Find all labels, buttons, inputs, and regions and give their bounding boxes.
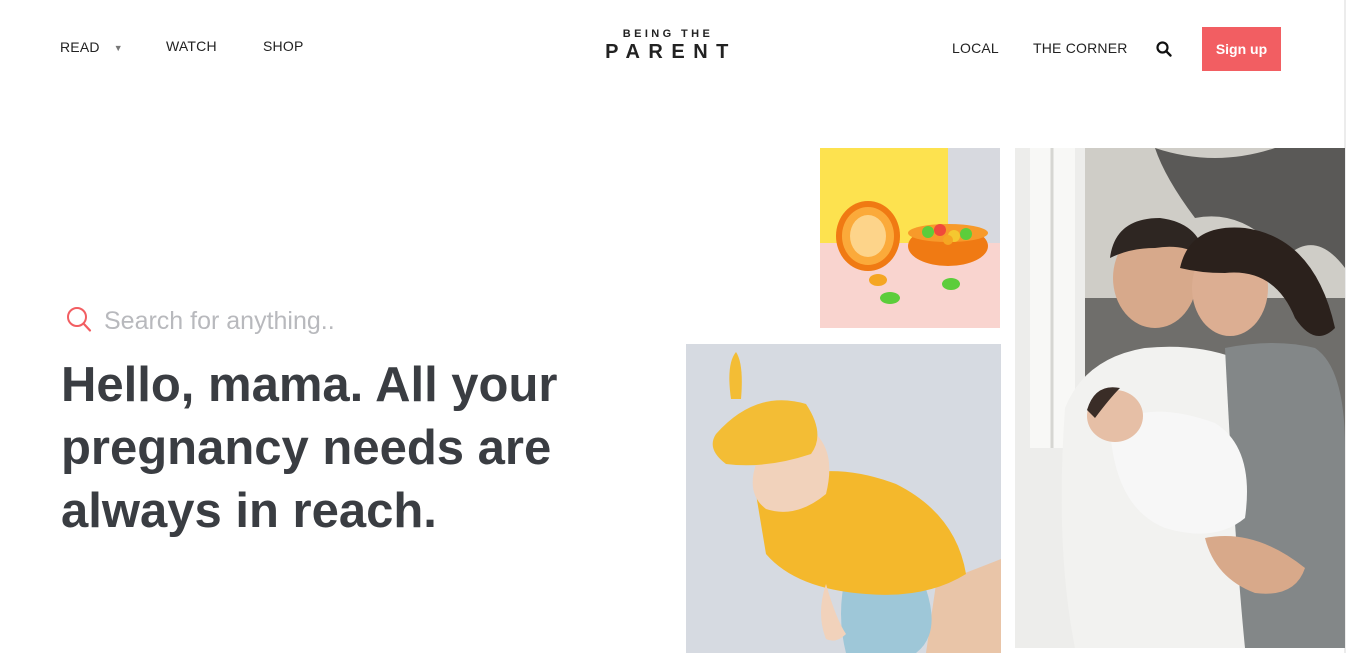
search-icon[interactable] (1155, 40, 1173, 58)
hero-search-input[interactable] (102, 306, 446, 337)
logo-bottom-text: PARENT (605, 41, 737, 63)
hero-search (66, 305, 446, 338)
nav-shop[interactable]: SHOP (263, 38, 303, 54)
nav-watch[interactable]: WATCH (166, 38, 217, 54)
family-newborn-photo (1015, 148, 1345, 648)
signup-button[interactable]: Sign up (1202, 27, 1281, 71)
nav-read-label: READ (60, 39, 100, 55)
hero-title: Hello, mama. All your pregnancy needs ar… (61, 358, 558, 538)
chevron-down-icon: ▼ (113, 43, 123, 53)
nav-local[interactable]: LOCAL (952, 40, 999, 56)
nav-the-corner[interactable]: THE CORNER (1033, 40, 1128, 56)
search-icon[interactable] (66, 305, 92, 338)
orange-candy-photo (820, 148, 1000, 328)
nav-read[interactable]: READ ▼ (60, 39, 123, 55)
site-logo[interactable]: BEING THE PARENT (598, 28, 738, 64)
baby-yellow-photo (686, 344, 1001, 653)
logo-top-text: BEING THE (622, 28, 714, 40)
